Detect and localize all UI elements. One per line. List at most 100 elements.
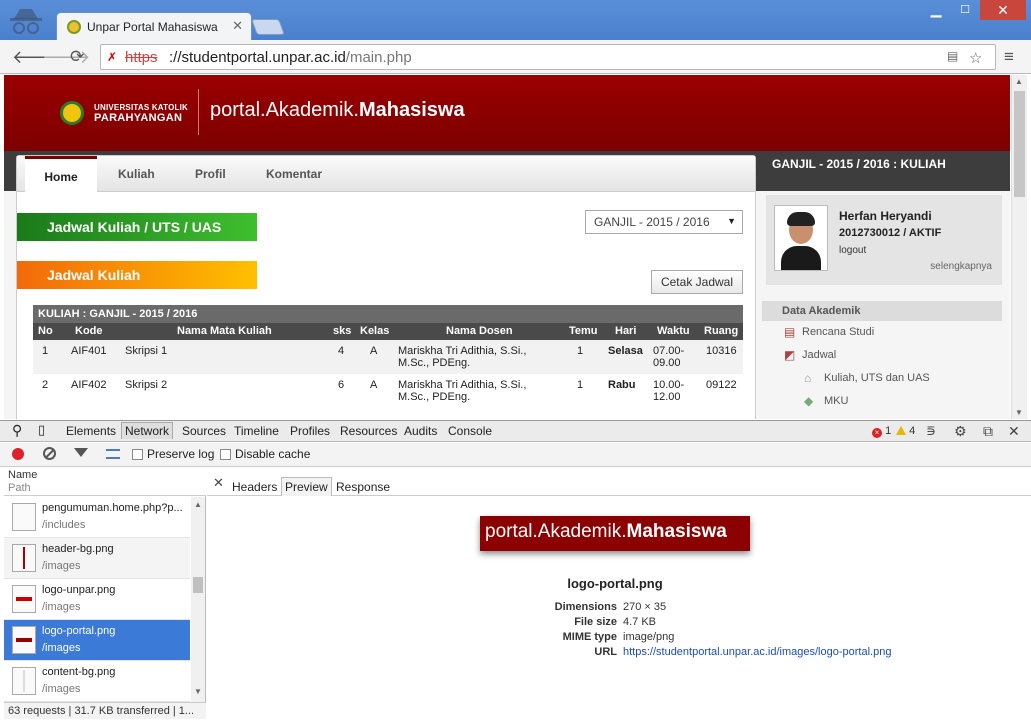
col-kode: Kode	[75, 325, 103, 337]
warning-count[interactable]: 4	[896, 425, 915, 437]
cell-sks: 4	[338, 345, 345, 357]
side-item-rencana-studi[interactable]: ▤ Rencana Studi	[762, 321, 1002, 344]
close-devtools-icon[interactable]: ✕	[1008, 423, 1020, 440]
clear-icon[interactable]	[43, 447, 56, 460]
maximize-button[interactable]: ☐	[952, 3, 978, 19]
error-count[interactable]: × 1	[872, 425, 891, 438]
cell-ruang: 09122	[706, 379, 737, 391]
thumbnail-logo-mark	[16, 597, 32, 601]
inspect-search-icon[interactable]: ⚲	[12, 422, 22, 439]
tab-timeline[interactable]: Timeline	[234, 424, 279, 438]
preserve-log-checkbox[interactable]	[132, 449, 143, 460]
address-bar[interactable]: ✗ https ://studentportal.unpar.ac.id/mai…	[100, 44, 996, 70]
request-path: /images	[42, 601, 81, 613]
semester-heading: GANJIL - 2015 / 2016 : KULIAH	[772, 157, 946, 171]
close-tab-icon[interactable]: ✕	[232, 18, 243, 34]
scrollbar-thumb[interactable]	[1014, 91, 1025, 197]
list-item[interactable]: pengumuman.home.php?p... /includes	[4, 497, 190, 538]
browser-titlebar: Unpar Portal Mahasiswa ✕ ▁ ☐ ✕	[0, 0, 1031, 40]
preview-pane: ✕ Headers Preview Response portal.Akadem…	[207, 468, 1031, 719]
side-subitem-kuliah-uts-uas[interactable]: ⌂ Kuliah, UTS dan UAS	[762, 367, 1002, 390]
translate-icon[interactable]: ▤	[947, 49, 958, 63]
chrome-menu-icon[interactable]: ≡	[1004, 47, 1014, 67]
section-jadwal-kuliah: Jadwal Kuliah	[17, 261, 257, 289]
semester-select[interactable]: GANJIL - 2015 / 2016 ▼	[585, 210, 743, 234]
broken-lock-icon[interactable]: ✗	[107, 50, 121, 64]
filter-icon[interactable]	[74, 448, 88, 457]
profile-more-link[interactable]: selengkapnya	[930, 261, 992, 272]
scroll-up-icon[interactable]: ▲	[194, 500, 202, 509]
tab-console[interactable]: Console	[448, 424, 492, 438]
logout-link[interactable]: logout	[839, 245, 866, 256]
nav-kuliah[interactable]: Kuliah	[118, 167, 155, 181]
page-scrollbar[interactable]: ▲ ▼	[1011, 75, 1027, 419]
tab-elements[interactable]: Elements	[66, 424, 116, 438]
incognito-icon	[10, 9, 42, 34]
list-item[interactable]: header-bg.png /images	[4, 538, 190, 579]
page-viewport: UNIVERSITAS KATOLIK PARAHYANGAN portal.A…	[4, 75, 1010, 419]
tab-audits[interactable]: Audits	[404, 424, 437, 438]
print-schedule-button[interactable]: Cetak Jadwal	[651, 270, 743, 294]
device-mode-icon[interactable]: ▯	[38, 422, 45, 438]
cell-ruang: 10316	[706, 345, 737, 357]
list-view-icon[interactable]	[106, 449, 120, 459]
cell-temu: 1	[577, 379, 584, 391]
reload-icon[interactable]: ⟳	[70, 48, 84, 66]
scroll-down-icon[interactable]: ▼	[194, 687, 202, 696]
bookmark-star-icon[interactable]: ☆	[969, 49, 982, 67]
dock-side-icon[interactable]: ⧉	[983, 423, 993, 440]
avatar	[774, 205, 828, 271]
cell-hari: Rabu	[608, 379, 636, 391]
scroll-down-icon[interactable]: ▼	[1015, 408, 1023, 417]
tab-response[interactable]: Response	[336, 480, 390, 494]
preview-logo-bold: Mahasiswa	[626, 521, 727, 542]
tab-resources[interactable]: Resources	[340, 424, 397, 438]
dropdown-arrow-icon: ▼	[727, 216, 736, 226]
list-item[interactable]: logo-portal.png /images	[4, 620, 190, 661]
profile-id-status: 2012730012 / AKTIF	[839, 227, 942, 239]
side-item-label: Kuliah, UTS dan UAS	[824, 372, 930, 384]
settings-gear-icon[interactable]: ⚙	[954, 423, 967, 440]
home-icon: ⌂	[804, 371, 812, 385]
schedule-table: KULIAH : GANJIL - 2015 / 2016 No Kode Na…	[33, 305, 743, 408]
list-item[interactable]: logo-unpar.png /images	[4, 579, 190, 620]
list-item[interactable]: content-bg.png /images	[4, 661, 190, 702]
nav-home[interactable]: Home	[25, 156, 97, 193]
nav-profil[interactable]: Profil	[195, 167, 226, 181]
table-row: 2 AIF402 Skripsi 2 6 A Mariskha Tri Adit…	[33, 374, 743, 408]
record-icon[interactable]	[12, 448, 24, 460]
cell-hari: Selasa	[608, 345, 643, 357]
main-nav: Home Kuliah Profil Komentar	[17, 156, 755, 193]
cell-sks: 6	[338, 379, 345, 391]
file-icon	[12, 503, 36, 531]
tab-headers[interactable]: Headers	[232, 480, 277, 494]
side-menu: Data Akademik ▤ Rencana Studi ◩ Jadwal ⌂…	[762, 301, 1002, 413]
scrollbar-thumb[interactable]	[193, 577, 203, 593]
minimize-button[interactable]: ▁	[922, 2, 950, 19]
side-subitem-mku[interactable]: ◆ MKU	[762, 390, 1002, 413]
nav-komentar[interactable]: Komentar	[266, 167, 322, 181]
document-icon: ▤	[784, 325, 796, 339]
table-row: 1 AIF401 Skripsi 1 4 A Mariskha Tri Adit…	[33, 340, 743, 374]
tab-profiles[interactable]: Profiles	[290, 424, 330, 438]
url-protocol: https	[125, 49, 158, 66]
tab-preview[interactable]: Preview	[281, 477, 332, 496]
new-tab-button[interactable]	[251, 19, 285, 35]
value-url-link[interactable]: https://studentportal.unpar.ac.id/images…	[623, 646, 891, 658]
scroll-up-icon[interactable]: ▲	[1015, 77, 1023, 86]
tab-sources[interactable]: Sources	[182, 424, 226, 438]
col-sks: sks	[333, 325, 352, 337]
close-window-button[interactable]: ✕	[980, 0, 1026, 20]
browser-tab[interactable]: Unpar Portal Mahasiswa ✕	[56, 12, 252, 40]
side-item-jadwal[interactable]: ◩ Jadwal	[762, 344, 1002, 367]
request-list-scrollbar[interactable]: ▲ ▼	[191, 497, 205, 702]
cell-waktu: 07.00- 09.00	[653, 345, 684, 369]
tab-network[interactable]: Network	[121, 422, 174, 439]
console-drawer-icon[interactable]: ⋾	[926, 423, 936, 440]
label-mime: MIME type	[562, 631, 617, 643]
request-list-header[interactable]: Name Path	[4, 468, 206, 496]
close-detail-icon[interactable]: ✕	[213, 475, 224, 491]
col-no: No	[38, 325, 53, 337]
disable-cache-checkbox[interactable]	[220, 449, 231, 460]
semester-select-value: GANJIL - 2015 / 2016	[594, 215, 710, 229]
